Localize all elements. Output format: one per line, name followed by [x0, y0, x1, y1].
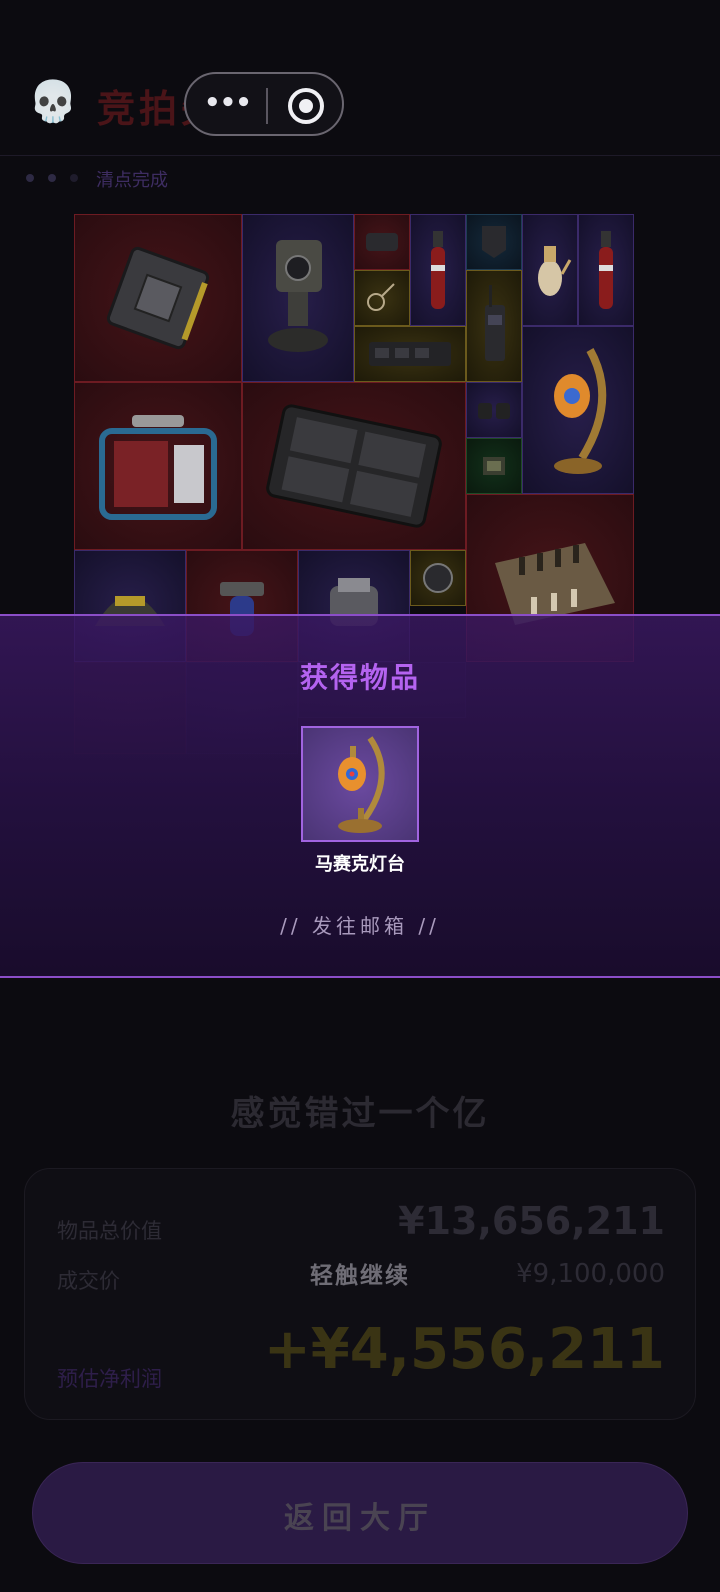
return-lobby-button[interactable]: 返回大厅 [32, 1462, 688, 1564]
generator-icon [99, 415, 217, 520]
item-walkie-talkie [466, 270, 522, 382]
item-mosaic-lamp [522, 326, 634, 494]
return-lobby-label: 返回大厅 [284, 1501, 436, 1536]
skull-icon: 💀 [28, 79, 78, 125]
chip-icon [483, 457, 505, 475]
reward-item-card[interactable] [301, 726, 419, 842]
header: 💀 竞拍失败 ••• [0, 0, 720, 156]
laptop-case-icon [106, 246, 210, 350]
item-gauge [410, 550, 466, 606]
headline-missed: 感觉错过一个亿 [230, 1094, 490, 1134]
extinguisher-icon [431, 231, 445, 309]
reward-modal[interactable]: 获得物品 马赛克灯台 // 发往邮箱 // [0, 614, 720, 978]
auction-result-screen[interactable]: 💀 竞拍失败 ••• 清点完成 感觉错过一个亿 物品总价值 ¥13,656,21… [0, 0, 720, 1592]
progress-label: 清点完成 [96, 170, 168, 191]
item-gadget [354, 214, 410, 270]
more-dots-icon[interactable]: ••• [204, 88, 252, 118]
reward-title: 获得物品 [299, 661, 420, 694]
reward-item-name: 马赛克灯台 [315, 854, 405, 875]
settlement-panel: 物品总价值 ¥13,656,211 成交价 ¥9,100,000 预估净利润 +… [24, 1168, 696, 1420]
item-rugged-laptop-case [74, 214, 242, 382]
walkie-talkie-icon [485, 285, 505, 361]
progress-dot-icon [48, 174, 56, 182]
circuit-board-icon [369, 342, 451, 366]
send-to-mailbox-link[interactable]: // 发往邮箱 // [0, 910, 720, 939]
camera-icon [268, 240, 328, 352]
total-value-label: 物品总价值 [57, 1219, 162, 1243]
item-keyring [354, 270, 410, 326]
profit-label: 预估净利润 [57, 1367, 162, 1391]
capsule-divider [266, 88, 268, 124]
tap-to-continue[interactable]: 轻触继续 [0, 1256, 720, 1290]
item-holster [466, 214, 522, 270]
mosaic-lamp-icon [554, 348, 607, 474]
total-value: ¥13,656,211 [398, 1199, 665, 1243]
progress-dot-icon [26, 174, 34, 182]
keyring-icon [367, 283, 395, 311]
mosaic-lamp-icon [338, 736, 385, 833]
binoculars-icon [478, 403, 510, 419]
progress-dot-icon [70, 174, 78, 182]
item-fire-extinguisher [410, 214, 466, 326]
teapot-icon [538, 246, 572, 296]
gauge-icon [423, 563, 453, 593]
target-close-icon[interactable] [288, 88, 324, 124]
hard-case-icon [266, 404, 442, 528]
extinguisher-icon [599, 231, 613, 309]
item-binoculars [466, 382, 522, 438]
holster-icon [482, 226, 506, 258]
item-security-camera [242, 214, 354, 382]
item-teapot [522, 214, 578, 326]
gadget-icon [366, 233, 398, 251]
profit-value: +¥4,556,211 [263, 1317, 665, 1382]
item-generator [74, 382, 242, 550]
miniapp-capsule: ••• [184, 72, 344, 136]
item-chip [466, 438, 522, 494]
item-hard-case [242, 382, 466, 550]
item-circuit-board [354, 326, 466, 382]
item-fire-extinguisher [578, 214, 634, 326]
